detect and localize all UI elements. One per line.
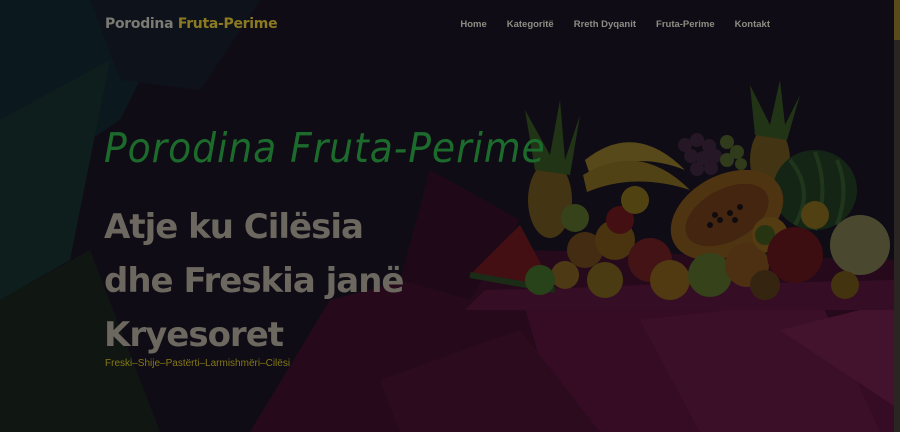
nav-kontakt[interactable]: Kontakt (735, 19, 770, 30)
hero-title-line: Kryesoret (104, 315, 284, 355)
nav-rreth-dyqanit[interactable]: Rreth Dyqanit (574, 19, 636, 30)
hero-title: Atje ku Cilësia dhe Freskia janë Kryesor… (104, 200, 484, 362)
hero-tagline: Freski–Shije–Pastërti–Larmishmëri–Cilësi (105, 358, 291, 369)
nav-kategorite[interactable]: Kategoritë (507, 19, 554, 30)
main-nav: Home Kategoritë Rreth Dyqanit Fruta-Peri… (460, 19, 770, 30)
nav-home[interactable]: Home (460, 19, 486, 30)
hero-title-line: Atje ku Cilësia (104, 207, 364, 247)
site-header: Porodina Fruta-Perime Home Kategoritë Rr… (0, 0, 900, 50)
brand-name-part1: Porodina (105, 16, 174, 32)
nav-fruta-perime[interactable]: Fruta-Perime (656, 19, 715, 30)
scrollbar[interactable] (894, 0, 900, 432)
hero-script-title: Porodina Fruta-Perime (104, 124, 546, 172)
brand-logo[interactable]: Porodina Fruta-Perime (105, 16, 278, 32)
brand-name-part2: Fruta-Perime (177, 16, 278, 32)
scrollbar-thumb[interactable] (894, 0, 900, 40)
hero-title-line: dhe Freskia janë (104, 261, 404, 301)
